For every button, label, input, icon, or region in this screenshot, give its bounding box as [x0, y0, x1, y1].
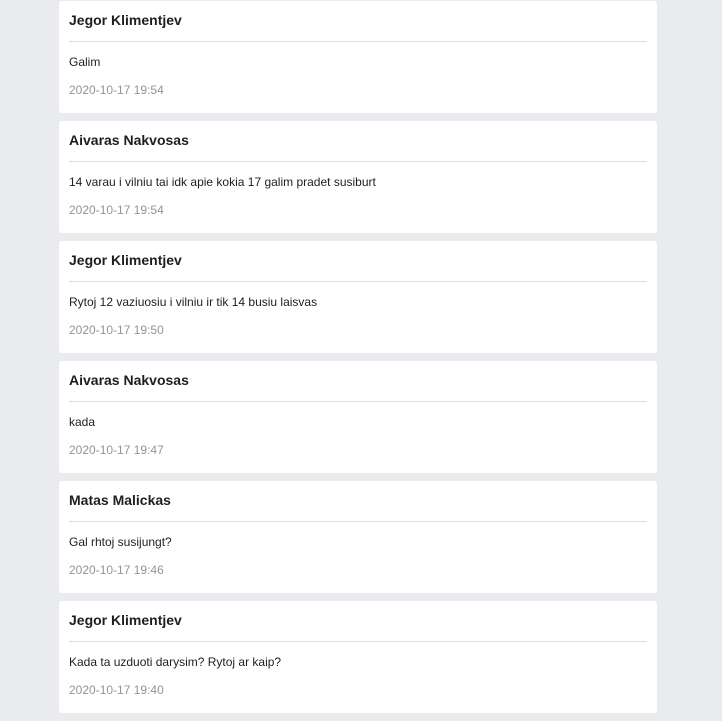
message-timestamp: 2020-10-17 19:54 [69, 83, 164, 97]
message-card: Matas Malickas Gal rhtoj susijungt? 2020… [59, 481, 657, 593]
message-card: Aivaras Nakvosas 14 varau i vilniu tai i… [59, 121, 657, 233]
message-author[interactable]: Jegor Klimentjev [69, 612, 182, 628]
divider [69, 641, 647, 642]
message-author[interactable]: Jegor Klimentjev [69, 252, 182, 268]
divider [69, 161, 647, 162]
message-text: 14 varau i vilniu tai idk apie kokia 17 … [69, 175, 376, 189]
message-timestamp: 2020-10-17 19:40 [69, 683, 164, 697]
divider [69, 41, 647, 42]
message-timestamp: 2020-10-17 19:50 [69, 323, 164, 337]
divider [69, 521, 647, 522]
message-card: Jegor Klimentjev Galim 2020-10-17 19:54 [59, 1, 657, 113]
message-text: Rytoj 12 vaziuosiu i vilniu ir tik 14 bu… [69, 295, 318, 309]
divider [69, 401, 647, 402]
message-card: Jegor Klimentjev Rytoj 12 vaziuosiu i vi… [59, 241, 657, 353]
message-author[interactable]: Aivaras Nakvosas [69, 132, 189, 148]
message-card: Aivaras Nakvosas kada 2020-10-17 19:47 [59, 361, 657, 473]
message-text: kada [69, 415, 96, 429]
divider [69, 281, 647, 282]
message-author[interactable]: Matas Malickas [69, 492, 171, 508]
message-text: Kada ta uzduoti darysim? Rytoj ar kaip? [69, 655, 282, 669]
message-author[interactable]: Jegor Klimentjev [69, 12, 182, 28]
message-timestamp: 2020-10-17 19:47 [69, 443, 164, 457]
message-card: Jegor Klimentjev Kada ta uzduoti darysim… [59, 601, 657, 713]
message-feed: Jegor Klimentjev Galim 2020-10-17 19:54 … [59, 1, 657, 721]
message-text: Gal rhtoj susijungt? [69, 535, 172, 549]
message-author[interactable]: Aivaras Nakvosas [69, 372, 189, 388]
message-timestamp: 2020-10-17 19:54 [69, 203, 164, 217]
message-text: Galim [69, 55, 101, 69]
message-timestamp: 2020-10-17 19:46 [69, 563, 164, 577]
